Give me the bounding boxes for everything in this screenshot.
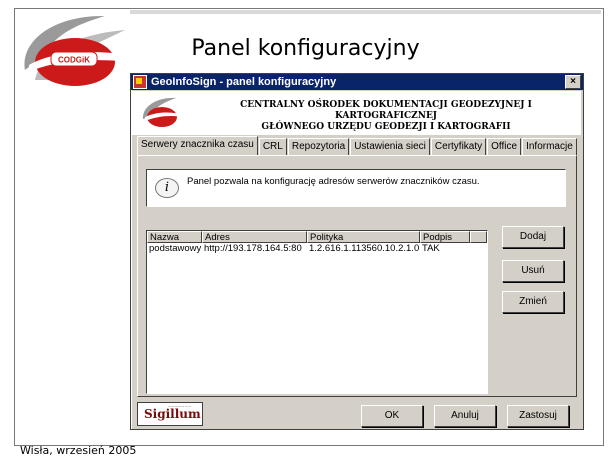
sigillum-stamp: ~~~~~~~ Sigillum	[137, 402, 203, 426]
organization-name: CENTRALNY OŚRODEK DOKUMENTACJI GEODEZYJN…	[196, 100, 576, 133]
window-title: GeoInfoSign - panel konfiguracyjny	[151, 76, 337, 88]
org-line-2: GŁÓWNEGO URZĘDU GEODEZJI I KARTOGRAFII	[261, 122, 511, 132]
info-icon: i	[155, 178, 179, 198]
window-header: CENTRALNY OŚRODEK DOKUMENTACJI GEODEZYJN…	[132, 91, 581, 135]
tab-crl[interactable]: CRL	[258, 138, 287, 155]
tab-panel: i Panel pozwala na konfigurację adresów …	[137, 155, 577, 397]
table-row[interactable]: podstawowy http://193.178.164.5:80 1.2.6…	[147, 243, 487, 255]
slide-title-band	[130, 10, 601, 14]
sigillum-label: Sigillum	[144, 407, 201, 421]
change-button[interactable]: Zmień	[502, 291, 564, 313]
codgik-mini-logo	[142, 97, 182, 127]
cell-address: http://193.178.164.5:80	[204, 243, 302, 254]
remove-button[interactable]: Usuń	[502, 260, 564, 282]
cancel-button[interactable]: Anuluj	[434, 405, 496, 427]
ok-button[interactable]: OK	[361, 405, 423, 427]
column-header-name[interactable]: Nazwa	[147, 231, 202, 243]
tab-timestamp-servers[interactable]: Serwery znacznika czasu	[137, 136, 258, 155]
page-title: Panel konfiguracyjny	[191, 36, 420, 61]
info-text: Panel pozwala na konfigurację adresów se…	[187, 176, 480, 187]
tab-bar: Serwery znacznika czasu CRL Repozytoria …	[137, 136, 578, 155]
cell-signature: TAK	[422, 243, 440, 254]
column-header-filler	[470, 231, 487, 243]
list-header: Nazwa Adres Polityka Podpis	[147, 231, 487, 243]
apply-button[interactable]: Zastosuj	[507, 405, 569, 427]
column-header-policy[interactable]: Polityka	[307, 231, 420, 243]
server-list[interactable]: Nazwa Adres Polityka Podpis podstawowy h…	[146, 230, 488, 394]
cell-policy: 1.2.616.1.113560.10.2.1.0	[309, 243, 420, 254]
column-header-address[interactable]: Adres	[202, 231, 307, 243]
tab-information[interactable]: Informacje	[522, 138, 577, 155]
org-line-1: CENTRALNY OŚRODEK DOKUMENTACJI GEODEZYJN…	[240, 100, 532, 121]
info-box: i Panel pozwala na konfigurację adresów …	[146, 169, 566, 207]
tab-repositories[interactable]: Repozytoria	[287, 138, 350, 155]
tab-certificates[interactable]: Certyfikaty	[430, 138, 487, 155]
config-window: GeoInfoSign - panel konfiguracyjny × CEN…	[130, 73, 584, 430]
add-button[interactable]: Dodaj	[502, 226, 564, 248]
column-header-signature[interactable]: Podpis	[420, 231, 470, 243]
cell-name: podstawowy	[149, 243, 202, 254]
tab-office[interactable]: Office	[487, 138, 522, 155]
close-icon[interactable]: ×	[565, 75, 581, 89]
window-titlebar[interactable]: GeoInfoSign - panel konfiguracyjny ×	[131, 74, 583, 90]
app-icon	[133, 75, 147, 89]
slide-footer: Wisła, wrzesień 2005	[20, 444, 137, 457]
tab-network-settings[interactable]: Ustawienia sieci	[350, 138, 430, 155]
